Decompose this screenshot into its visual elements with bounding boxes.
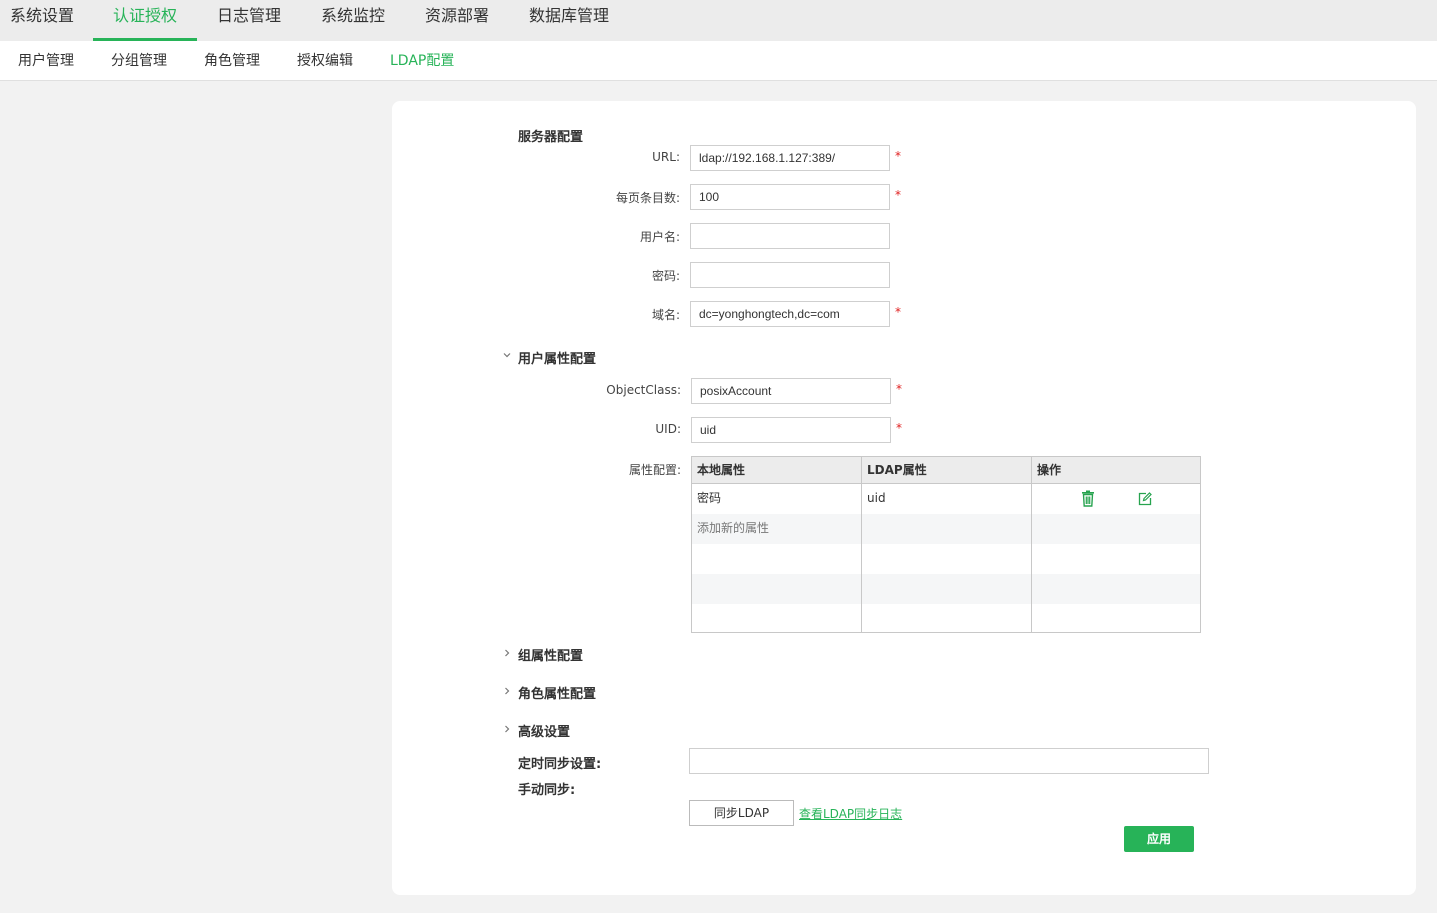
- trash-icon[interactable]: [1080, 490, 1098, 508]
- tab-auth[interactable]: 认证授权: [93, 0, 197, 41]
- username-label: 用户名:: [639, 230, 680, 244]
- header-local-attr: 本地属性: [697, 463, 746, 477]
- subtab-group-management[interactable]: 分组管理: [111, 41, 167, 81]
- tab-resource-deploy[interactable]: 资源部署: [425, 0, 491, 41]
- view-sync-log-link[interactable]: 查看LDAP同步日志: [799, 805, 902, 822]
- uid-label: UID:: [655, 422, 681, 436]
- top-nav: 系统设置 认证授权 日志管理 系统监控 资源部署 数据库管理: [0, 0, 1437, 41]
- chevron-right-icon[interactable]: [502, 724, 512, 737]
- sync-ldap-button[interactable]: 同步LDAP: [689, 800, 794, 826]
- subtab-auth-edit[interactable]: 授权编辑: [297, 41, 353, 81]
- column-divider: [1031, 457, 1032, 632]
- attr-table: 本地属性 LDAP属性 操作 密码 uid 添加新的属性: [691, 456, 1201, 633]
- uid-input[interactable]: uid: [691, 417, 891, 443]
- page-size-label: 每页条目数:: [615, 191, 680, 205]
- manual-sync-label: 手动同步:: [518, 783, 576, 798]
- role-attr-title[interactable]: 角色属性配置: [518, 683, 596, 702]
- password-label: 密码:: [651, 269, 680, 283]
- table-row: 密码 uid: [692, 484, 1200, 514]
- schedule-sync-input[interactable]: [689, 748, 1209, 774]
- subtab-ldap-config[interactable]: LDAP配置: [390, 41, 454, 81]
- header-ldap-attr: LDAP属性: [867, 463, 927, 477]
- group-attr-title[interactable]: 组属性配置: [518, 645, 583, 664]
- cell-ldap-attr[interactable]: uid: [862, 484, 886, 514]
- table-row-empty: [692, 574, 1200, 604]
- tab-database-management[interactable]: 数据库管理: [529, 0, 611, 41]
- required-mark: *: [895, 188, 901, 202]
- subtab-user-management[interactable]: 用户管理: [18, 41, 74, 81]
- edit-icon[interactable]: [1137, 491, 1155, 509]
- schedule-sync-label: 定时同步设置:: [518, 757, 602, 772]
- required-mark: *: [895, 305, 901, 319]
- attr-config-label: 属性配置:: [628, 463, 681, 477]
- tab-system-monitor[interactable]: 系统监控: [321, 0, 387, 41]
- tab-log-management[interactable]: 日志管理: [217, 0, 283, 41]
- table-row-empty: [692, 604, 1200, 632]
- username-input[interactable]: [690, 223, 890, 249]
- objectclass-label: ObjectClass:: [606, 383, 681, 397]
- table-row-empty: [692, 544, 1200, 574]
- add-attr-placeholder[interactable]: 添加新的属性: [692, 514, 769, 544]
- table-header: 本地属性 LDAP属性 操作: [692, 457, 1200, 484]
- required-mark: *: [896, 421, 902, 435]
- objectclass-input[interactable]: posixAccount: [691, 378, 891, 404]
- server-config-title: 服务器配置: [518, 130, 584, 145]
- ldap-config-panel: 服务器配置 URL: ldap://192.168.1.127:389/ * 每…: [392, 101, 1416, 895]
- subtab-role-management[interactable]: 角色管理: [204, 41, 260, 81]
- domain-label: 域名:: [651, 308, 680, 322]
- url-label: URL:: [652, 150, 680, 164]
- domain-input[interactable]: dc=yonghongtech,dc=com: [690, 301, 890, 327]
- advanced-title[interactable]: 高级设置: [518, 721, 570, 740]
- required-mark: *: [896, 382, 902, 396]
- column-divider: [861, 457, 862, 632]
- required-mark: *: [895, 149, 901, 163]
- chevron-right-icon[interactable]: [502, 648, 512, 661]
- user-attr-title[interactable]: 用户属性配置: [518, 348, 596, 367]
- password-input[interactable]: [690, 262, 890, 288]
- apply-button[interactable]: 应用: [1124, 826, 1194, 852]
- chevron-down-icon[interactable]: [502, 350, 512, 363]
- sub-nav: 用户管理 分组管理 角色管理 授权编辑 LDAP配置: [0, 41, 1437, 81]
- tab-system-settings[interactable]: 系统设置: [10, 0, 74, 41]
- cell-local-attr[interactable]: 密码: [692, 484, 721, 514]
- page-size-input[interactable]: 100: [690, 184, 890, 210]
- table-row-add: 添加新的属性: [692, 514, 1200, 544]
- header-actions: 操作: [1037, 463, 1062, 477]
- url-input[interactable]: ldap://192.168.1.127:389/: [690, 145, 890, 171]
- chevron-right-icon[interactable]: [502, 686, 512, 699]
